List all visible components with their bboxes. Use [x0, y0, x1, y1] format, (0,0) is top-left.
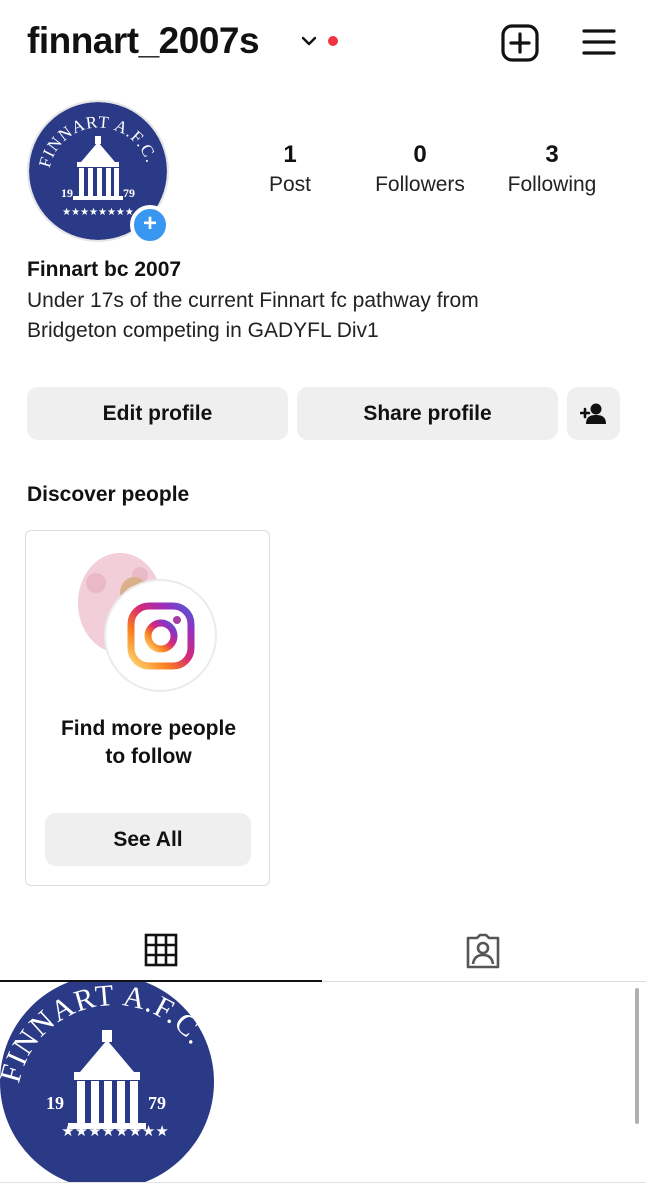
bio-line-1: Under 17s of the current Finnart fc path… [27, 289, 479, 312]
plus-square-icon[interactable] [500, 23, 540, 63]
bottom-divider [0, 1182, 646, 1183]
instagram-logo-icon [127, 602, 194, 669]
find-people-card: Find more people to follow See All [25, 530, 270, 886]
bio-line-2: Bridgeton competing in GADYFL Div1 [27, 319, 379, 342]
post-crest-year-right: 79 [148, 1093, 166, 1113]
plus-circle-icon[interactable]: + [130, 205, 170, 245]
tagged-person-icon [466, 933, 500, 969]
tab-tagged[interactable] [322, 920, 644, 982]
profile-stats: 1 Post 0 Followers 3 Following [230, 140, 630, 210]
display-name: Finnart bc 2007 [27, 258, 182, 281]
tab-posts-grid[interactable] [0, 920, 322, 982]
grid-icon [144, 933, 178, 967]
stat-posts-value: 1 [283, 141, 297, 168]
discover-people-button[interactable] [567, 387, 620, 440]
see-all-button[interactable]: See All [45, 813, 251, 866]
profile-bio: Finnart bc 2007 Under 17s of the current… [27, 256, 627, 346]
scrollbar[interactable] [635, 988, 639, 1124]
stat-posts[interactable]: 1 Post [230, 140, 350, 200]
stat-following-label: Following [507, 173, 597, 196]
stat-followers-label: Followers [375, 173, 465, 196]
post-thumbnail[interactable]: FINNART A.F.C. 19 79 ★★★★★★★★ [0, 982, 214, 1182]
add-person-icon [579, 403, 606, 424]
edit-profile-button[interactable]: Edit profile [27, 387, 288, 440]
stat-following-value: 3 [545, 141, 559, 168]
crest-year-right: 79 [123, 186, 135, 200]
profile-tabs [0, 920, 646, 982]
post-crest-year-left: 19 [46, 1093, 64, 1113]
find-people-text: Find more people to follow [36, 715, 261, 771]
instagram-logo-badge [104, 579, 217, 692]
find-people-line-1: Find more people [60, 717, 236, 740]
hamburger-menu-icon[interactable] [581, 27, 617, 57]
post-club-crest-image: FINNART A.F.C. 19 79 ★★★★★★★★ [0, 982, 214, 1182]
profile-header: finnart_2007s [0, 0, 646, 90]
chevron-down-icon[interactable] [300, 34, 318, 48]
notification-dot [328, 36, 338, 46]
account-switcher-username[interactable]: finnart_2007s [27, 20, 260, 62]
stat-posts-label: Post [268, 173, 312, 196]
crest-stars: ★★★★★★★★ [62, 207, 134, 218]
stat-following[interactable]: 3 Following [492, 140, 612, 200]
discover-people-title: Discover people [27, 483, 190, 506]
stat-followers-value: 0 [413, 141, 427, 168]
posts-grid: FINNART A.F.C. 19 79 ★★★★★★★★ [0, 982, 646, 1200]
crest-year-left: 19 [61, 186, 73, 200]
share-profile-button[interactable]: Share profile [297, 387, 558, 440]
post-crest-stars: ★★★★★★★★ [61, 1122, 169, 1140]
find-people-line-2: to follow [105, 745, 192, 768]
stat-followers[interactable]: 0 Followers [360, 140, 480, 200]
